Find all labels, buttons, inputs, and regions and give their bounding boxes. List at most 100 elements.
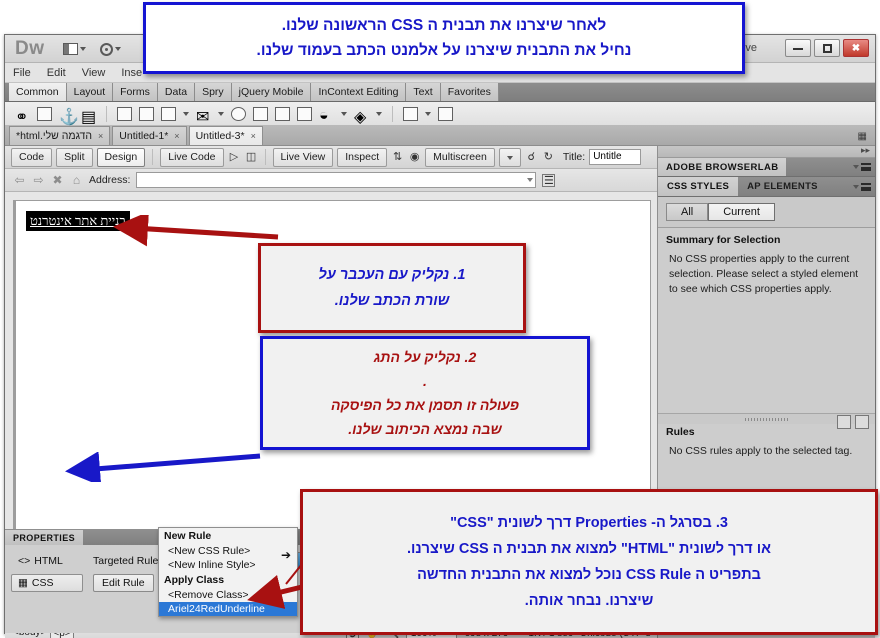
form-icon[interactable]: [438, 106, 453, 121]
html-tab-button[interactable]: <> HTML: [11, 552, 83, 570]
stop-icon[interactable]: ✖: [51, 173, 64, 187]
callout-step-1-text: 1. נקליק עם העכבר על שורת הכתב שלנו.: [318, 267, 466, 309]
tag-chooser-icon[interactable]: ◈: [354, 107, 369, 126]
settings-icon[interactable]: [231, 106, 246, 121]
css-tab-button[interactable]: ▦ CSS: [11, 574, 83, 592]
live-code-button[interactable]: Live Code: [160, 147, 224, 167]
doc-tabs-overflow-icon[interactable]: ▦: [858, 131, 867, 142]
close-icon[interactable]: ×: [174, 130, 179, 142]
image-icon[interactable]: [37, 106, 52, 121]
dropdown-item-new-css-rule[interactable]: <New CSS Rule>: [159, 544, 297, 558]
copy-rule-icon[interactable]: [837, 415, 851, 429]
inspect-button[interactable]: Inspect: [337, 147, 388, 167]
extend-settings-button[interactable]: [100, 41, 121, 57]
multiscreen-menu-button[interactable]: [498, 147, 521, 167]
insert-tab-jquery-mobile[interactable]: jQuery Mobile: [231, 83, 312, 101]
insert-tab-incontext-editing[interactable]: InContext Editing: [311, 83, 407, 101]
grid-icon[interactable]: [275, 106, 290, 121]
maximize-button[interactable]: [814, 39, 840, 57]
doc-tab-untitled-3[interactable]: Untitled-3* ×: [188, 126, 263, 145]
menu-item-file[interactable]: File: [13, 67, 31, 79]
edit-rule-icon[interactable]: [855, 415, 869, 429]
chevron-down-icon[interactable]: [376, 111, 382, 116]
menu-item-view[interactable]: View: [82, 67, 106, 79]
insert-tab-text[interactable]: Text: [406, 83, 441, 101]
css-grid-icon: ▦: [18, 577, 28, 589]
template-icon[interactable]: [403, 106, 418, 121]
insert-tab-data[interactable]: Data: [157, 83, 196, 101]
multiscreen-button[interactable]: Multiscreen: [425, 147, 495, 167]
email-link-icon[interactable]: ✉: [196, 107, 211, 126]
hyperlink-icon[interactable]: ⚭: [15, 107, 30, 126]
address-input[interactable]: [136, 172, 537, 188]
spry-icon[interactable]: [161, 106, 176, 121]
title-label: Title:: [562, 151, 586, 163]
insert-tab-forms[interactable]: Forms: [113, 83, 158, 101]
doc-tab-hadgama[interactable]: הדגמה שלי.html* ×: [9, 126, 111, 145]
summary-text: No CSS properties apply to the current s…: [669, 253, 859, 295]
globe-icon[interactable]: ◉: [408, 151, 421, 164]
css-panel-tabs: CSS STYLES AP ELEMENTS: [658, 177, 875, 197]
css-scope-all-button[interactable]: All: [666, 203, 709, 221]
chevron-down-icon[interactable]: [527, 178, 534, 182]
targeted-rule-dropdown[interactable]: New Rule <New CSS Rule> <New Inline Styl…: [158, 527, 298, 617]
doc-tab-untitled-1[interactable]: Untitled-1* ×: [112, 126, 187, 145]
insert-tab-common[interactable]: Common: [9, 83, 67, 101]
div-tag-icon[interactable]: [139, 106, 154, 121]
tab-css-styles[interactable]: CSS STYLES: [658, 177, 739, 196]
html-tab-label: HTML: [34, 555, 63, 567]
design-view-button[interactable]: Design: [96, 147, 146, 167]
split-view-button[interactable]: Split: [56, 147, 93, 167]
refresh-icon[interactable]: ↻: [542, 151, 555, 164]
title-input[interactable]: Untitle: [589, 149, 642, 165]
dropdown-item-new-inline-style[interactable]: <New Inline Style>: [159, 558, 297, 572]
dropdown-item-remove-class[interactable]: <Remove Class>: [159, 588, 297, 602]
forward-icon[interactable]: ⇨: [32, 173, 45, 187]
dreamweaver-logo: Dw: [15, 38, 45, 59]
color-icon[interactable]: ◒: [319, 107, 334, 124]
chevron-down-icon: [853, 184, 859, 189]
close-icon: ✖: [851, 42, 861, 54]
insert-tab-layout[interactable]: Layout: [66, 83, 114, 101]
insert-tab-spry[interactable]: Spry: [195, 83, 232, 101]
css-tab-label: CSS: [31, 577, 54, 589]
media-icon[interactable]: ⚓: [59, 107, 79, 126]
edit-rule-button[interactable]: Edit Rule: [93, 574, 154, 592]
css-panel-menu-button[interactable]: [853, 177, 871, 196]
browserlab-panel-menu-button[interactable]: [853, 163, 871, 171]
live-view-button[interactable]: Live View: [272, 147, 334, 167]
divider: [106, 105, 107, 122]
targeted-rule-label: Targeted Rule: [93, 554, 159, 567]
minimize-button[interactable]: [785, 39, 811, 57]
date-icon[interactable]: [253, 106, 268, 121]
menu-item-insert[interactable]: Inse: [121, 67, 142, 79]
chevron-down-icon: [853, 165, 859, 169]
back-icon[interactable]: ⇦: [13, 173, 26, 187]
close-button[interactable]: ✖: [843, 39, 869, 57]
css-scope-current-button[interactable]: Current: [708, 203, 775, 221]
comment-icon[interactable]: [297, 106, 312, 121]
chevron-down-icon[interactable]: [183, 111, 189, 116]
code-view-button[interactable]: Code: [11, 147, 53, 167]
home-icon[interactable]: ⌂: [70, 173, 83, 187]
preview-in-browser-icon[interactable]: ▷: [228, 151, 241, 164]
close-icon[interactable]: ×: [98, 130, 103, 142]
table-icon[interactable]: [117, 106, 132, 121]
widget-icon[interactable]: ▤: [81, 107, 96, 126]
insert-bar-filler: [499, 83, 875, 101]
dropdown-item-ariel24redunderline[interactable]: Ariel24RedUnderline: [159, 602, 297, 616]
insert-tab-favorites[interactable]: Favorites: [440, 83, 499, 101]
chevron-down-icon[interactable]: [218, 111, 224, 116]
tab-ap-elements[interactable]: AP ELEMENTS: [738, 177, 827, 196]
chevron-down-icon[interactable]: [425, 111, 431, 116]
panel-collapse-handle[interactable]: [658, 145, 875, 158]
validate-markup-icon[interactable]: ◫: [245, 151, 258, 164]
selected-paragraph-text[interactable]: בניית אתר אינטרנט: [26, 211, 130, 231]
menu-item-edit[interactable]: Edit: [47, 67, 66, 79]
browser-navigation-icon[interactable]: ☰: [542, 173, 556, 187]
workspace-layout-button[interactable]: [63, 41, 86, 57]
close-icon[interactable]: ×: [251, 130, 256, 142]
chevron-down-icon[interactable]: [341, 111, 347, 116]
visual-aids-icon[interactable]: ☌: [525, 151, 538, 164]
live-view-options-icon[interactable]: ⇅: [391, 151, 404, 164]
